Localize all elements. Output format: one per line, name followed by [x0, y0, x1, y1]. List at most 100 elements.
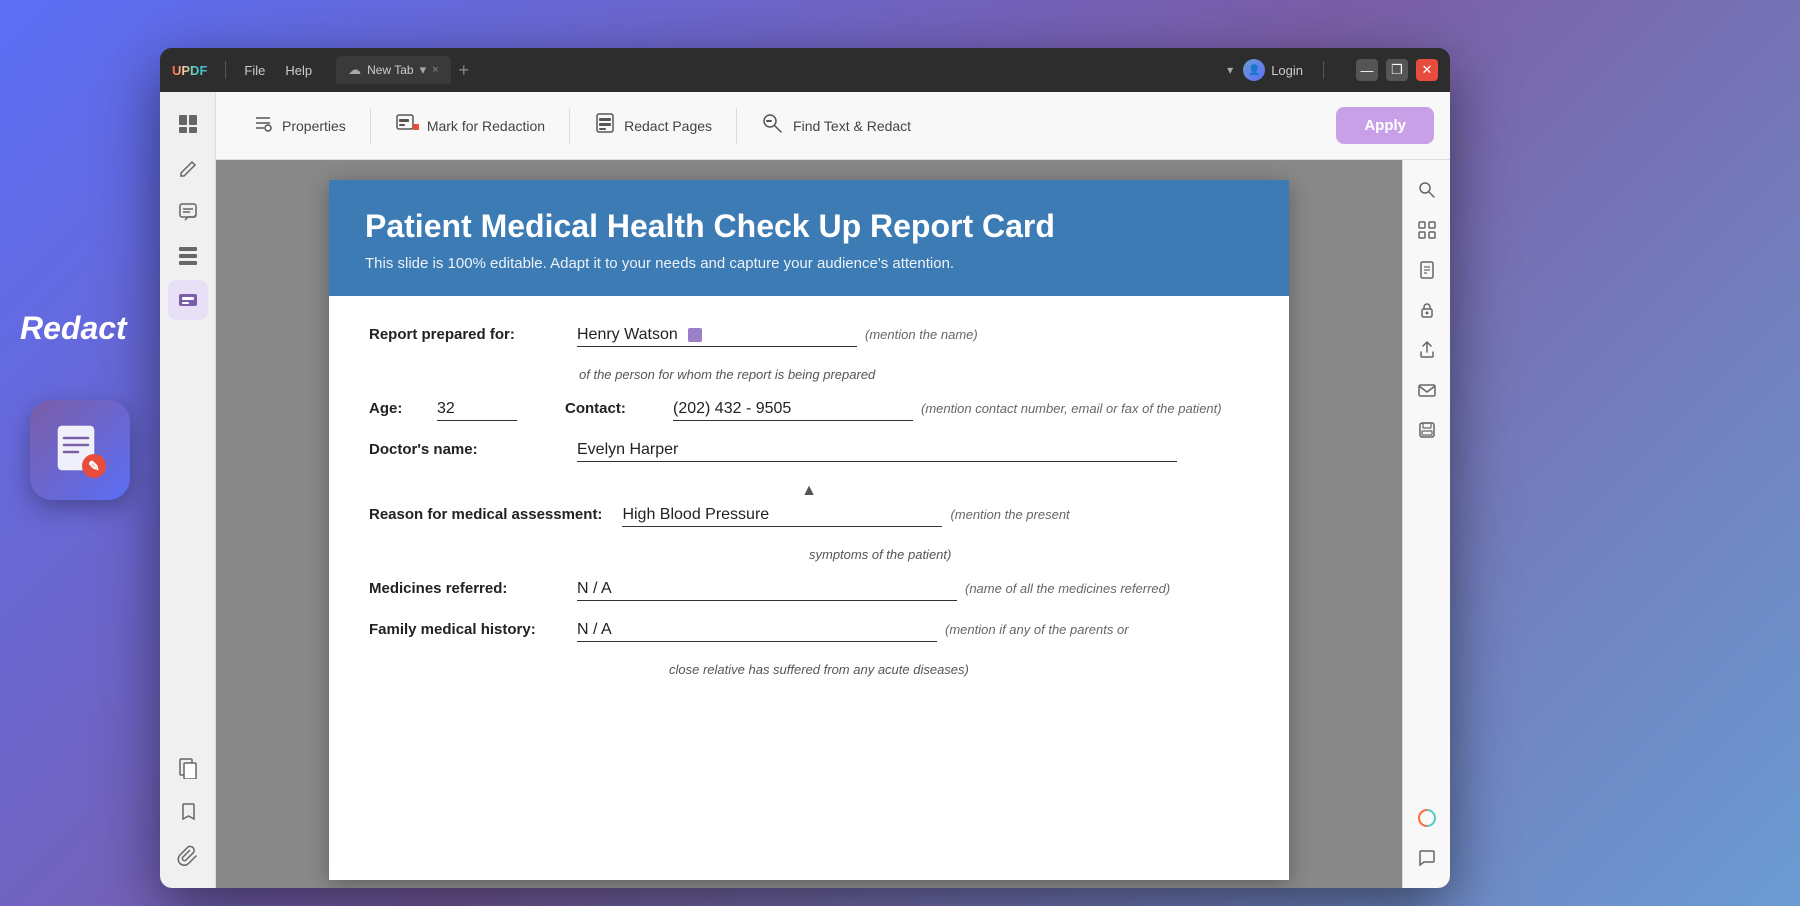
window-controls: — ❐ ✕	[1356, 59, 1438, 81]
right-share-icon[interactable]	[1409, 332, 1445, 368]
minimize-button[interactable]: —	[1356, 59, 1378, 81]
form-row-family-history: Family medical history: N / A (mention i…	[369, 621, 1249, 642]
find-text-icon	[761, 112, 785, 140]
pdf-page: Patient Medical Health Check Up Report C…	[329, 180, 1289, 880]
reason-hint: (mention the present	[950, 507, 1069, 522]
doctor-label: Doctor's name:	[369, 441, 569, 458]
login-avatar: 👤	[1243, 59, 1265, 81]
pdf-document-title: Patient Medical Health Check Up Report C…	[365, 208, 1253, 245]
pdf-header: Patient Medical Health Check Up Report C…	[329, 180, 1289, 296]
family-history-hint: (mention if any of the parents or	[945, 622, 1129, 637]
pdf-scroll-area[interactable]: Patient Medical Health Check Up Report C…	[216, 160, 1402, 888]
form-row-medicines: Medicines referred: N / A (name of all t…	[369, 580, 1249, 601]
properties-tool[interactable]: Properties	[232, 102, 366, 150]
right-sidebar	[1402, 160, 1450, 888]
sidebar-icon-attachments[interactable]	[168, 836, 208, 876]
file-menu[interactable]: File	[236, 59, 273, 82]
medicines-label: Medicines referred:	[369, 580, 569, 597]
sidebar-icon-organize[interactable]	[168, 236, 208, 276]
sidebar-icon-bookmarks[interactable]	[168, 792, 208, 832]
close-button[interactable]: ✕	[1416, 59, 1438, 81]
doctor-value: Evelyn Harper	[577, 441, 1177, 462]
mark-for-redaction-tool[interactable]: Mark for Redaction	[375, 102, 565, 150]
toolbar-divider-1	[370, 108, 371, 144]
right-email-icon[interactable]	[1409, 372, 1445, 408]
family-history-subtext: close relative has suffered from any acu…	[369, 662, 1249, 677]
reason-value: High Blood Pressure	[622, 506, 942, 527]
age-label: Age:	[369, 400, 429, 417]
sidebar-icon-pages[interactable]	[168, 748, 208, 788]
form-row-age-contact: Age: 32 Contact: (202) 432 - 9505 (menti…	[369, 400, 1249, 421]
tab-add-btn[interactable]: +	[451, 60, 478, 81]
contact-value: (202) 432 - 9505	[673, 400, 913, 421]
sidebar-icon-edit[interactable]	[168, 148, 208, 188]
right-lock-icon[interactable]	[1409, 292, 1445, 328]
contact-label: Contact:	[565, 400, 665, 417]
properties-label: Properties	[282, 118, 346, 134]
sidebar-icon-thumbnail[interactable]	[168, 104, 208, 144]
left-sidebar	[160, 92, 216, 888]
right-ocr-icon[interactable]	[1409, 212, 1445, 248]
pdf-document-subtitle: This slide is 100% editable. Adapt it to…	[365, 255, 1253, 272]
sidebar-icon-annotate[interactable]	[168, 192, 208, 232]
titlebar-dropdown-icon[interactable]: ▾	[1227, 63, 1233, 77]
redact-pages-tool[interactable]: Redact Pages	[574, 102, 732, 150]
titlebar-right: ▾ 👤 Login — ❐ ✕	[1227, 59, 1438, 81]
family-history-label: Family medical history:	[369, 621, 569, 638]
titlebar-divider	[225, 61, 226, 79]
login-button[interactable]: 👤 Login	[1243, 59, 1303, 81]
main-area: Properties Mark for Redaction Redact Pag…	[160, 92, 1450, 888]
right-save-icon[interactable]	[1409, 412, 1445, 448]
find-text-redact-tool[interactable]: Find Text & Redact	[741, 102, 931, 150]
form-row-doctor: Doctor's name: Evelyn Harper	[369, 441, 1249, 462]
toolbar: Properties Mark for Redaction Redact Pag…	[216, 92, 1450, 160]
tab-dropdown-icon[interactable]: ▾	[420, 62, 427, 78]
find-text-redact-label: Find Text & Redact	[793, 118, 911, 134]
mark-redaction-icon	[395, 112, 419, 140]
content-area: Properties Mark for Redaction Redact Pag…	[216, 92, 1450, 888]
contact-hint: (mention contact number, email or fax of…	[921, 401, 1222, 416]
report-for-subtext: of the person for whom the report is bei…	[369, 367, 1249, 382]
svg-text:✎: ✎	[88, 458, 100, 474]
age-value: 32	[437, 400, 517, 421]
tab-new[interactable]: ☁ New Tab ▾ ×	[336, 56, 450, 84]
tab-cloud-icon: ☁	[348, 62, 361, 78]
toolbar-divider-3	[736, 108, 737, 144]
apply-button[interactable]: Apply	[1336, 107, 1434, 144]
reason-subtext: symptoms of the patient)	[369, 547, 1249, 562]
titlebar-menu: File Help	[236, 59, 320, 82]
reason-label: Reason for medical assessment:	[369, 506, 602, 523]
maximize-button[interactable]: ❐	[1386, 59, 1408, 81]
main-window: UPDF File Help ☁ New Tab ▾ × + ▾ 👤 Login	[160, 48, 1450, 888]
right-search-icon[interactable]	[1409, 172, 1445, 208]
form-row-reason: Reason for medical assessment: High Bloo…	[369, 506, 1249, 527]
app-logo: UPDF	[172, 63, 207, 78]
right-color-icon[interactable]	[1409, 800, 1445, 836]
app-icon: ✎	[30, 400, 130, 500]
titlebar: UPDF File Help ☁ New Tab ▾ × + ▾ 👤 Login	[160, 48, 1450, 92]
redact-pages-icon	[594, 112, 616, 140]
medicines-hint: (name of all the medicines referred)	[965, 581, 1170, 596]
side-redact-label: Redact	[20, 310, 127, 347]
properties-icon	[252, 112, 274, 140]
sidebar-icon-redact[interactable]	[168, 280, 208, 320]
redact-pages-label: Redact Pages	[624, 118, 712, 134]
mark-for-redaction-label: Mark for Redaction	[427, 118, 545, 134]
tab-label: New Tab	[367, 63, 413, 77]
help-menu[interactable]: Help	[277, 59, 320, 82]
scroll-arrow: ▲	[369, 482, 1249, 500]
family-history-value: N / A	[577, 621, 937, 642]
report-for-hint: (mention the name)	[865, 327, 978, 342]
login-label: Login	[1271, 63, 1303, 78]
toolbar-divider-2	[569, 108, 570, 144]
tab-close-btn[interactable]: ×	[432, 64, 438, 76]
form-row-report-for: Report prepared for: Henry Watson (menti…	[369, 326, 1249, 347]
medicines-value: N / A	[577, 580, 957, 601]
tab-area: ☁ New Tab ▾ × +	[336, 56, 477, 84]
pdf-body: Report prepared for: Henry Watson (menti…	[329, 296, 1289, 707]
titlebar-divider-2	[1323, 61, 1324, 79]
redaction-mark	[688, 328, 702, 342]
report-for-label: Report prepared for:	[369, 326, 569, 343]
right-document-icon[interactable]	[1409, 252, 1445, 288]
right-chat-icon[interactable]	[1409, 840, 1445, 876]
